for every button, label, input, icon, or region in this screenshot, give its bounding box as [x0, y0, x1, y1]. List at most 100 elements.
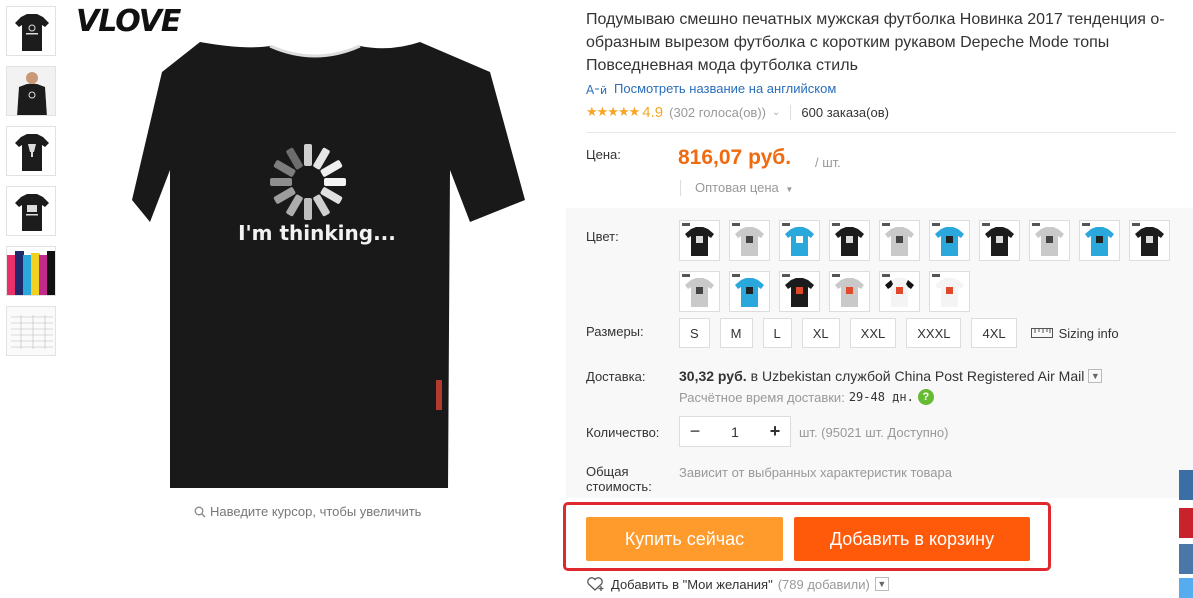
delivery-time-label: Расчётное время доставки:: [679, 389, 845, 405]
total-label: Общая стоимость:: [586, 464, 652, 494]
shipping-dropdown-toggle[interactable]: ▼: [1088, 369, 1103, 383]
swatch-tshirt-icon: [932, 223, 964, 256]
total-note: Зависит от выбранных характеристик товар…: [679, 465, 952, 480]
rating-value: 4.9: [642, 103, 664, 121]
rating-row: ★★★★★ 4.9 (302 голоса(ов)) ⌄ 600 заказа(…: [586, 102, 1186, 122]
thumbnail-list: [6, 6, 56, 366]
color-swatch-grey-beer[interactable]: [1029, 220, 1070, 261]
wishlist-count: (789 добавили): [777, 576, 870, 592]
swatch-tshirt-icon: [732, 274, 764, 307]
twitter-share-icon[interactable]: [1179, 578, 1193, 598]
translate-link[interactable]: Aй Посмотреть название на английском: [586, 81, 1186, 96]
product-title: Подумываю смешно печатных мужская футбол…: [586, 11, 1165, 74]
size-option-xxl[interactable]: XXL: [849, 318, 897, 348]
size-option-s[interactable]: S: [679, 318, 710, 348]
zoom-hint: Наведите курсор, чтобы увеличить: [194, 504, 421, 519]
color-label: Цвет:: [586, 229, 619, 244]
swatch-tshirt-icon: [1082, 223, 1114, 256]
thumbnail-black-tshirt[interactable]: [6, 6, 56, 56]
swatch-tshirt-icon: [782, 223, 814, 256]
color-swatch-black-beer-2[interactable]: [1129, 220, 1170, 261]
swatch-tshirt-icon: [832, 223, 864, 256]
color-swatch-sky-blue-beer[interactable]: [1079, 220, 1120, 261]
color-swatch-sky-blue-loading[interactable]: [779, 220, 820, 261]
tshirt-print-text: I'm thinking...: [238, 221, 396, 245]
vk-share-icon[interactable]: [1179, 470, 1193, 500]
tshirt-image: I'm thinking...: [132, 42, 525, 488]
color-swatches: [679, 220, 1174, 312]
shipping-route: в Uzbekistan службой China Post Register…: [750, 368, 1085, 384]
product-info: Подумываю смешно печатных мужская футбол…: [586, 8, 1186, 122]
svg-text:й: й: [600, 84, 607, 96]
price-label: Цена:: [586, 147, 621, 162]
help-icon[interactable]: ?: [917, 389, 934, 405]
total-label-line1: Общая: [586, 464, 629, 479]
quantity-stepper: − +: [679, 416, 791, 447]
sizing-info-link[interactable]: Sizing info: [1030, 325, 1119, 341]
color-swatch-grey-red-print[interactable]: [829, 271, 870, 312]
chevron-down-icon[interactable]: ⌄: [772, 107, 780, 118]
wholesale-price-text: Оптовая цена: [695, 180, 779, 195]
color-swatch-grey-print[interactable]: [679, 271, 720, 312]
size-options: S M L XL XXL XXXL 4XL Sizing info: [679, 318, 1119, 348]
color-swatch-sky-blue-print[interactable]: [729, 271, 770, 312]
wishlist-add[interactable]: Добавить в "Мои желания" (789 добавили) …: [586, 576, 889, 592]
rating-stars: ★★★★★: [586, 104, 640, 119]
size-option-4xl[interactable]: 4XL: [971, 318, 1017, 348]
size-option-m[interactable]: M: [719, 318, 753, 348]
add-to-cart-button[interactable]: Добавить в корзину: [794, 517, 1030, 561]
color-swatch-white-red-print[interactable]: [929, 271, 970, 312]
delivery-time: Расчётное время доставки: 29-48 дн. ?: [679, 389, 934, 405]
swatch-tshirt-icon: [832, 274, 864, 307]
orders-count: 600 заказа(ов): [790, 104, 889, 120]
quantity-label: Количество:: [586, 425, 660, 440]
shipping-method: 30,32 руб. в Uzbekistan службой China Po…: [679, 368, 1103, 384]
swatch-tshirt-icon: [882, 274, 914, 307]
total-label-line2: стоимость:: [586, 479, 652, 494]
main-product-image[interactable]: I'm thinking...: [70, 0, 560, 500]
size-label: Размеры:: [586, 324, 644, 339]
caret-down-icon: ▼: [785, 185, 794, 194]
thumbnail-size-chart[interactable]: [6, 306, 56, 356]
size-option-l[interactable]: L: [762, 318, 792, 348]
wholesale-price-link[interactable]: Оптовая цена ▼: [680, 180, 793, 196]
vk-share-2-icon[interactable]: [1179, 544, 1193, 574]
buy-now-button[interactable]: Купить сейчас: [586, 517, 783, 561]
quantity-increase-button[interactable]: +: [760, 421, 790, 442]
color-swatch-black-loading[interactable]: [679, 220, 720, 261]
color-swatch-sky-blue-glass[interactable]: [929, 220, 970, 261]
size-option-xxxl[interactable]: XXXL: [906, 318, 962, 348]
color-swatch-grey-loading[interactable]: [729, 220, 770, 261]
quantity-input[interactable]: [710, 423, 760, 440]
size-option-xl[interactable]: XL: [801, 318, 840, 348]
thumbnail-black-tshirt-glass[interactable]: [6, 126, 56, 176]
color-swatch-grey-glass[interactable]: [879, 220, 920, 261]
translate-link-text: Посмотреть название на английском: [614, 81, 837, 96]
swatch-tshirt-icon: [682, 223, 714, 256]
thumbnail-black-tshirt-text[interactable]: [6, 186, 56, 236]
swatch-tshirt-icon: [782, 274, 814, 307]
thumbnail-color-variety[interactable]: [6, 246, 56, 296]
shipping-cost: 30,32 руб.: [679, 368, 747, 384]
price-unit: / шт.: [815, 155, 841, 170]
color-swatch-raglan-red-print[interactable]: [879, 271, 920, 312]
pinterest-share-icon[interactable]: [1179, 508, 1193, 538]
color-swatch-black-glass[interactable]: [829, 220, 870, 261]
delivery-time-value: 29-48 дн.: [848, 390, 914, 404]
quantity-decrease-button[interactable]: −: [680, 421, 710, 442]
wishlist-dropdown-toggle[interactable]: ▼: [874, 577, 889, 591]
color-swatch-black-red-print[interactable]: [779, 271, 820, 312]
ruler-icon: [1030, 328, 1053, 338]
thumbnail-model-photo[interactable]: [6, 66, 56, 116]
votes-count[interactable]: (302 голоса(ов)): [669, 105, 766, 120]
heart-plus-icon: [587, 577, 604, 591]
swatch-tshirt-icon: [682, 274, 714, 307]
translate-icon: Aй: [586, 83, 607, 96]
sizing-info-text: Sizing info: [1058, 325, 1119, 341]
swatch-tshirt-icon: [1032, 223, 1064, 256]
divider: [586, 132, 1176, 133]
color-swatch-black-beer[interactable]: [979, 220, 1020, 261]
wishlist-text: Добавить в "Мои желания": [611, 576, 773, 592]
zoom-hint-text: Наведите курсор, чтобы увеличить: [210, 504, 422, 519]
swatch-tshirt-icon: [1132, 223, 1164, 256]
